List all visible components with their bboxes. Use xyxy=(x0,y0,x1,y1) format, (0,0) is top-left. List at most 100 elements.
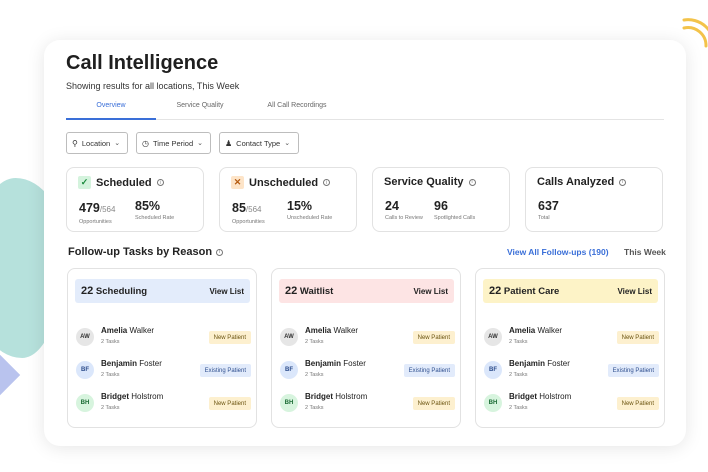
task-reason: Patient Care xyxy=(503,286,560,297)
person-task-count: 2 Tasks xyxy=(101,405,120,411)
view-list-button[interactable]: View List xyxy=(413,287,448,296)
service-quality-stat-card[interactable]: Service Quality i 24 Calls to Review 96 … xyxy=(372,167,510,232)
list-item[interactable]: AW Amelia Walker 2 Tasks New Patient xyxy=(280,325,455,349)
person-last-name: Holstrom xyxy=(335,392,368,401)
scheduled-rate-label: Scheduled Rate xyxy=(135,215,175,221)
checkmark-icon: ✓ xyxy=(78,176,91,189)
task-reason: Waitlist xyxy=(299,286,334,297)
active-tab-indicator xyxy=(66,118,156,120)
list-item[interactable]: BF Benjamin Foster 2 Tasks Existing Pati… xyxy=(76,358,251,382)
info-icon[interactable]: i xyxy=(156,179,164,186)
info-icon[interactable]: i xyxy=(323,179,331,186)
person-first-name: Amelia xyxy=(101,326,128,335)
avatar: BH xyxy=(484,394,502,412)
task-card-scheduling: 22 Scheduling View List AW Amelia Walker… xyxy=(67,268,257,428)
person-first-name: Bridget xyxy=(509,392,537,401)
view-list-button[interactable]: View List xyxy=(617,287,652,296)
calls-analyzed-stat-card[interactable]: Calls Analyzed i 637 Total xyxy=(525,167,663,232)
task-count: 22 xyxy=(81,285,94,297)
chevron-down-icon: ⌄ xyxy=(197,140,204,147)
task-count: 22 xyxy=(285,285,298,297)
scheduled-opportunities-label: Opportunities xyxy=(79,219,112,225)
list-item[interactable]: BH Bridget Holstrom 2 Tasks New Patient xyxy=(280,391,455,415)
unscheduled-stat-card[interactable]: ✕ Unscheduled i 85/564 Opportunities 15%… xyxy=(219,167,357,232)
dashboard-card: Call Intelligence Showing results for al… xyxy=(44,40,686,446)
calls-analyzed-label: Total xyxy=(538,215,550,221)
task-count: 22 xyxy=(489,285,502,297)
list-item[interactable]: BH Bridget Holstrom 2 Tasks New Patient xyxy=(76,391,251,415)
person-task-count: 2 Tasks xyxy=(305,405,324,411)
avatar: AW xyxy=(76,328,94,346)
chevron-down-icon: ⌄ xyxy=(114,140,121,147)
info-icon[interactable]: i xyxy=(619,178,627,186)
unscheduled-opportunities-value: 85 xyxy=(232,201,246,215)
person-task-count: 2 Tasks xyxy=(509,339,528,345)
scheduled-opportunities-value: 479 xyxy=(79,201,100,215)
patient-type-badge: Existing Patient xyxy=(607,364,659,377)
info-icon[interactable]: i xyxy=(468,178,476,186)
person-task-count: 2 Tasks xyxy=(101,339,120,345)
decorative-diamond xyxy=(0,353,21,397)
avatar: BF xyxy=(484,361,502,379)
unscheduled-title: Unscheduled xyxy=(249,176,319,189)
person-first-name: Benjamin xyxy=(101,359,138,368)
patient-type-badge: New Patient xyxy=(208,397,251,410)
location-filter-label: Location xyxy=(81,138,111,148)
contacts-icon: ♟ xyxy=(225,138,233,148)
person-first-name: Bridget xyxy=(305,392,333,401)
location-filter[interactable]: ⚲ Location ⌄ xyxy=(66,132,128,154)
person-first-name: Bridget xyxy=(101,392,129,401)
unscheduled-rate-value: 15% xyxy=(287,199,313,213)
contact-type-filter-label: Contact Type xyxy=(236,138,281,148)
list-item[interactable]: BF Benjamin Foster 2 Tasks Existing Pati… xyxy=(280,358,455,382)
scheduled-stat-card[interactable]: ✓ Scheduled i 479/564 Opportunities 85% … xyxy=(66,167,204,232)
task-card-patient-care: 22 Patient Care View List AW Amelia Walk… xyxy=(475,268,665,428)
patient-type-badge: New Patient xyxy=(412,331,455,344)
person-last-name: Foster xyxy=(343,359,366,368)
contact-type-filter[interactable]: ♟ Contact Type ⌄ xyxy=(219,132,299,154)
person-last-name: Walker xyxy=(129,326,155,335)
person-task-count: 2 Tasks xyxy=(305,372,324,378)
calls-analyzed-value: 637 xyxy=(538,199,559,213)
calls-to-review-label: Calls to Review xyxy=(385,215,423,221)
list-item[interactable]: AW Amelia Walker 2 Tasks New Patient xyxy=(76,325,251,349)
period-label[interactable]: This Week xyxy=(624,247,666,257)
tab-all-call-recordings[interactable]: All Call Recordings xyxy=(251,102,343,109)
avatar: BH xyxy=(280,394,298,412)
scheduled-opportunities-total: /564 xyxy=(99,205,116,214)
scheduled-rate-value: 85% xyxy=(135,199,161,213)
patient-type-badge: New Patient xyxy=(616,331,659,344)
person-first-name: Amelia xyxy=(509,326,536,335)
task-card-waitlist: 22 Waitlist View List AW Amelia Walker 2… xyxy=(271,268,461,428)
tab-service-quality[interactable]: Service Quality xyxy=(164,102,236,109)
time-period-filter[interactable]: ◷ Time Period ⌄ xyxy=(136,132,211,154)
time-period-filter-label: Time Period xyxy=(152,138,194,148)
patient-type-badge: New Patient xyxy=(412,397,455,410)
patient-type-badge: New Patient xyxy=(616,397,659,410)
decorative-arcs-icon xyxy=(682,18,708,48)
calls-analyzed-title: Calls Analyzed xyxy=(537,176,615,188)
person-task-count: 2 Tasks xyxy=(509,372,528,378)
unscheduled-opportunities-label: Opportunities xyxy=(232,219,265,225)
page-title: Call Intelligence xyxy=(66,52,219,74)
followup-section-title: Follow-up Tasks by Reason i xyxy=(68,246,224,258)
view-list-button[interactable]: View List xyxy=(209,287,244,296)
list-item[interactable]: AW Amelia Walker 2 Tasks New Patient xyxy=(484,325,659,349)
person-last-name: Holstrom xyxy=(539,392,572,401)
view-all-followups-link[interactable]: View All Follow-ups (190) xyxy=(507,247,609,257)
chevron-down-icon: ⌄ xyxy=(284,140,291,147)
person-last-name: Walker xyxy=(333,326,359,335)
info-icon[interactable]: i xyxy=(216,248,224,256)
person-task-count: 2 Tasks xyxy=(101,372,120,378)
x-mark-icon: ✕ xyxy=(231,176,244,189)
list-item[interactable]: BH Bridget Holstrom 2 Tasks New Patient xyxy=(484,391,659,415)
service-quality-title: Service Quality xyxy=(384,176,464,188)
avatar: BF xyxy=(76,361,94,379)
person-first-name: Benjamin xyxy=(305,359,342,368)
avatar: BF xyxy=(280,361,298,379)
tab-overview[interactable]: Overview xyxy=(66,102,156,109)
scheduled-title: Scheduled xyxy=(96,176,152,189)
person-last-name: Walker xyxy=(537,326,563,335)
list-item[interactable]: BF Benjamin Foster 2 Tasks Existing Pati… xyxy=(484,358,659,382)
followup-title-text: Follow-up Tasks by Reason xyxy=(68,246,213,258)
